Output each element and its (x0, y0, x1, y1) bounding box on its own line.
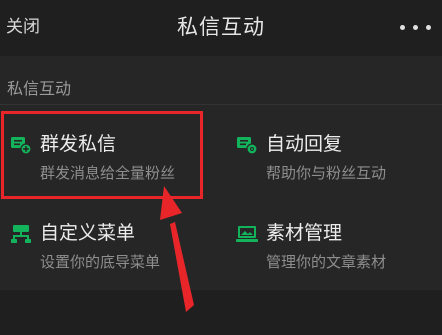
menu-item-desc: 帮助你与粉丝互动 (266, 164, 387, 182)
more-options-button[interactable] (398, 20, 434, 34)
custom-menu-icon (11, 225, 31, 243)
bottom-area (0, 290, 442, 335)
menu-item-title: 素材管理 (266, 222, 343, 244)
app-screen: 关闭 私信互动 私信互动 群发私信 群发消息给全量粉丝 自动回复 帮助你与粉丝互… (0, 0, 442, 335)
menu-item-desc: 管理你的文章素材 (266, 253, 387, 271)
more-dot-icon (400, 25, 405, 30)
menu-item-title: 自定义菜单 (40, 222, 136, 244)
highlight-annotation-box (1, 111, 203, 199)
auto-reply-icon (237, 137, 258, 155)
menu-item-title: 自动回复 (266, 133, 343, 155)
section-label: 私信互动 (7, 79, 72, 98)
menu-item-custom-menu[interactable]: 自定义菜单 设置你的底导菜单 (10, 220, 210, 290)
menu-item-material-management[interactable]: 素材管理 管理你的文章素材 (236, 220, 436, 290)
menu-item-desc: 设置你的底导菜单 (40, 253, 161, 271)
divider (0, 104, 442, 105)
more-dot-icon (426, 25, 431, 30)
nav-bar: 关闭 私信互动 (0, 0, 442, 56)
material-management-icon (236, 226, 258, 242)
menu-item-auto-reply[interactable]: 自动回复 帮助你与粉丝互动 (236, 131, 436, 201)
more-dot-icon (413, 25, 418, 30)
page-title: 私信互动 (177, 15, 265, 39)
